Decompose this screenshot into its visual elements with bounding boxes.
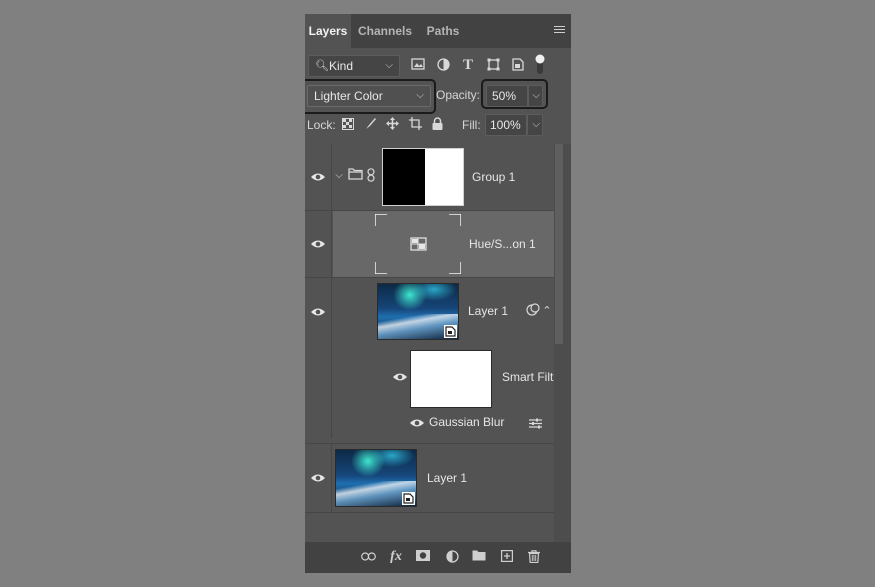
lock-label: Lock:	[307, 118, 336, 132]
layer-name: Layer 1	[427, 471, 468, 485]
layer-row-layer-1[interactable]: Layer 1	[305, 444, 554, 512]
filter-kind-label: Kind	[329, 59, 354, 73]
filter-row: 🔍︎ Kind ⌵ T	[305, 48, 571, 80]
adjustment-filter-icon[interactable]	[435, 58, 451, 75]
layer-name: Hue/S...on 1	[469, 237, 536, 251]
chevron-down-icon: ⌵	[385, 60, 393, 71]
visibility-column	[305, 344, 332, 410]
layer-thumbnail[interactable]	[335, 449, 417, 507]
layers-panel: Layers Channels Paths 🔍︎ Kind ⌵ T Lighte…	[305, 14, 571, 573]
layer-separator	[305, 512, 554, 513]
filter-toggle-icon[interactable]	[533, 53, 547, 79]
eye-icon[interactable]	[310, 473, 326, 483]
chevron-down-icon[interactable]: ⌵	[334, 168, 344, 184]
layer-name: Gaussian Blur	[429, 415, 505, 429]
search-icon: 🔍︎	[315, 60, 329, 72]
eye-icon[interactable]	[310, 172, 326, 182]
type-filter-icon[interactable]: T	[460, 57, 476, 73]
layer-name: Layer 1	[468, 304, 509, 318]
layers-list: ⌵ Group 1 Hue/S...on 1 Layer 1 ⌃ Smart F…	[305, 144, 571, 542]
lock-row: Lock: Fill: 100% ⌵	[305, 112, 571, 144]
layer-thumbnail[interactable]	[377, 283, 459, 340]
filter-kind-select[interactable]: 🔍︎ Kind ⌵	[308, 55, 400, 77]
panel-tab-bar: Layers Channels Paths	[305, 14, 571, 48]
tab-paths[interactable]: Paths	[419, 14, 467, 48]
smart-object-badge-icon	[402, 492, 415, 505]
layer-row-gaussian-blur[interactable]: Gaussian Blur	[305, 410, 554, 438]
link-icon[interactable]	[366, 168, 376, 186]
tab-layers[interactable]: Layers	[305, 14, 351, 48]
lock-image-pixels-icon[interactable]	[363, 117, 377, 134]
lock-transparent-pixels-icon[interactable]	[341, 118, 355, 134]
lock-all-icon[interactable]	[430, 117, 444, 134]
new-layer-icon[interactable]	[499, 550, 515, 565]
smart-filter-icon[interactable]	[525, 303, 541, 320]
fill-label: Fill:	[462, 118, 481, 132]
eye-icon[interactable]	[310, 239, 326, 249]
link-layers-icon[interactable]	[360, 550, 376, 564]
opacity-label: Opacity:	[436, 88, 481, 102]
blend-mode-value: Lighter Color	[314, 89, 383, 103]
chevron-up-icon[interactable]: ⌃	[541, 303, 553, 319]
lock-artboard-icon[interactable]	[408, 117, 422, 134]
shape-filter-icon[interactable]	[485, 58, 501, 75]
layer-row-group-1[interactable]: ⌵ Group 1	[305, 144, 554, 210]
opacity-input[interactable]: 50%	[486, 85, 528, 107]
eye-icon[interactable]	[310, 307, 326, 317]
smart-object-badge-icon	[444, 325, 457, 338]
layer-name: Smart Filt	[502, 370, 554, 384]
fill-value: 100%	[490, 118, 521, 132]
panel-menu-icon[interactable]	[554, 26, 565, 35]
chevron-down-icon: ⌵	[416, 90, 424, 101]
adjustment-layer-icon[interactable]	[444, 550, 460, 566]
smart-object-filter-icon[interactable]	[510, 58, 526, 75]
blend-mode-select[interactable]: Lighter Color ⌵	[307, 85, 431, 107]
layer-row-hue-saturation[interactable]: Hue/S...on 1	[305, 211, 554, 277]
scrollbar-thumb[interactable]	[555, 144, 563, 344]
filter-blending-options-icon[interactable]	[527, 417, 543, 433]
layer-row-smart-filters[interactable]: Smart Filt	[305, 344, 554, 410]
opacity-value: 50%	[492, 89, 517, 103]
new-group-icon[interactable]	[471, 550, 487, 564]
chevron-down-icon: ⌵	[532, 90, 540, 101]
visibility-column	[305, 410, 332, 438]
add-mask-icon[interactable]	[415, 550, 431, 564]
fx-icon[interactable]: fx	[388, 550, 404, 564]
group-mask-thumbnail[interactable]	[382, 148, 464, 206]
layer-name: Group 1	[472, 170, 516, 184]
opacity-dropdown-button[interactable]: ⌵	[528, 85, 543, 107]
tab-channels[interactable]: Channels	[355, 14, 415, 48]
folder-icon	[347, 168, 363, 184]
layers-scrollbar[interactable]	[554, 144, 571, 542]
layers-footer-toolbar: fx	[305, 542, 571, 573]
lock-position-icon[interactable]	[385, 117, 399, 134]
smart-filter-mask-thumbnail[interactable]	[410, 350, 492, 408]
image-filter-icon[interactable]	[410, 58, 426, 74]
blend-row: Lighter Color ⌵ Opacity: 50% ⌵	[305, 79, 571, 114]
eye-icon[interactable]	[409, 418, 425, 428]
fill-input[interactable]: 100%	[485, 114, 527, 136]
adjustment-thumbnail[interactable]	[374, 213, 462, 275]
trash-icon[interactable]	[526, 550, 542, 566]
eye-icon[interactable]	[392, 372, 408, 382]
layer-row-layer-1-smart[interactable]: Layer 1 ⌃	[305, 278, 554, 344]
chevron-down-icon: ⌵	[532, 119, 540, 130]
fill-dropdown-button[interactable]: ⌵	[527, 114, 543, 136]
